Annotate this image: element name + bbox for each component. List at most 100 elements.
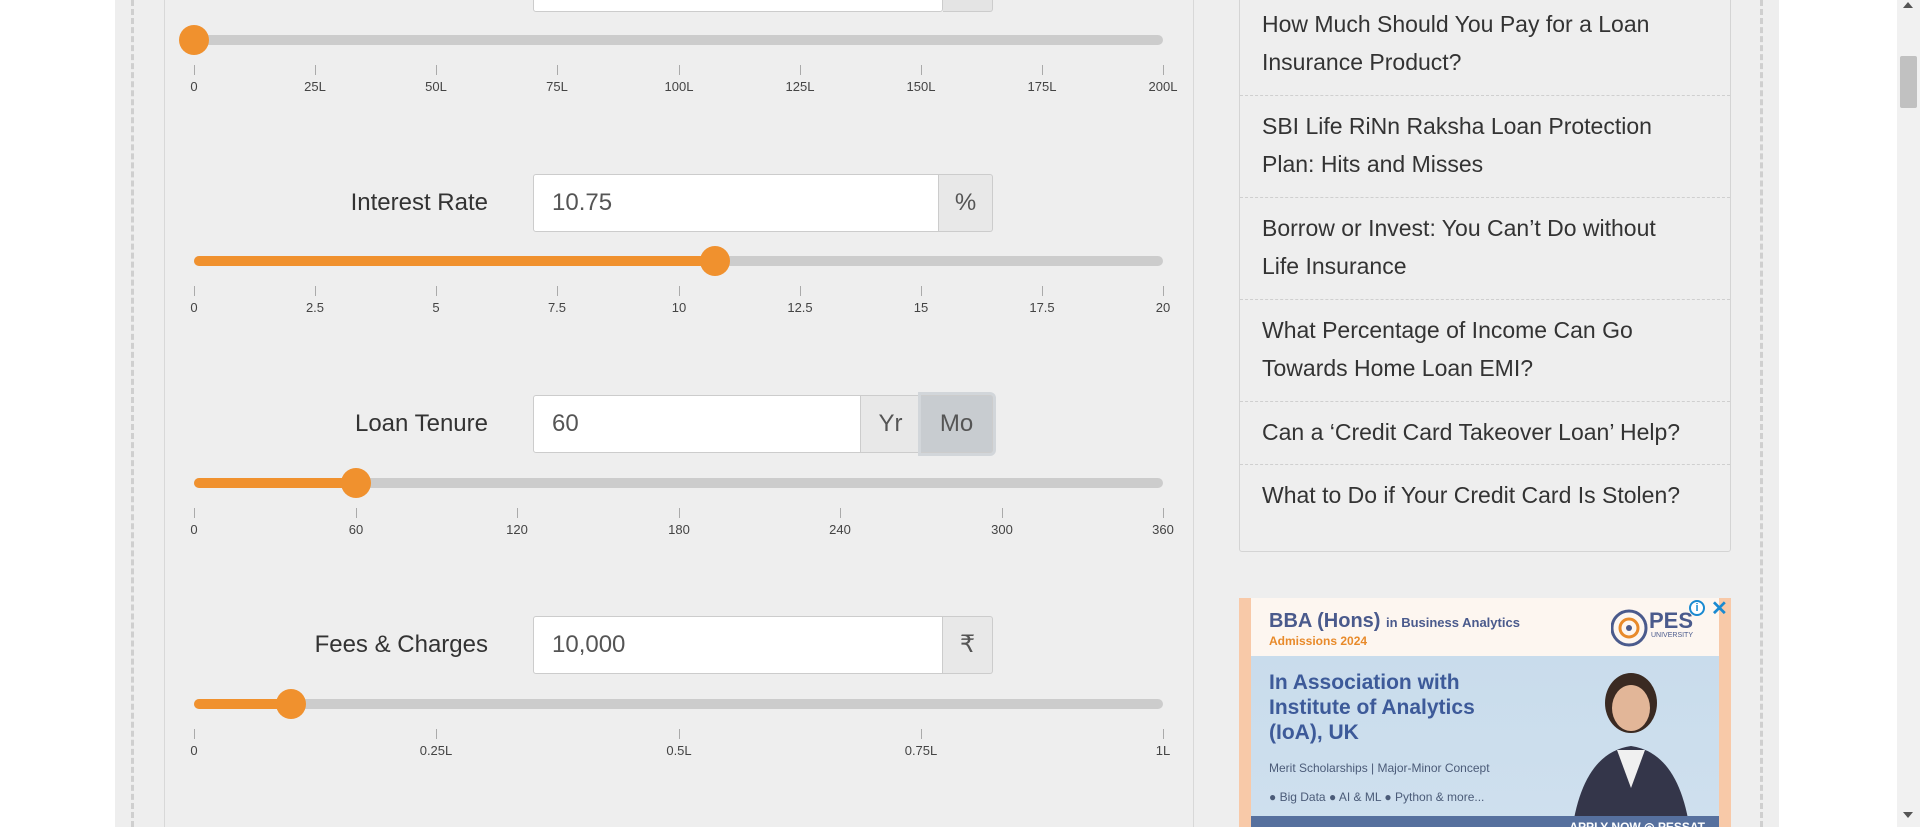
article-link-line[interactable]: Borrow or Invest: You Can’t Do without bbox=[1262, 209, 1722, 247]
tick-mark: 0.25L bbox=[406, 729, 466, 758]
article-divider bbox=[1240, 299, 1730, 300]
tick-line bbox=[193, 65, 195, 75]
tick-label: 17.5 bbox=[1029, 300, 1055, 315]
article-divider bbox=[1240, 401, 1730, 402]
tick-mark: 175L bbox=[1012, 65, 1072, 94]
tick-mark: 125L bbox=[770, 65, 830, 94]
tick-line bbox=[314, 65, 316, 75]
loan-tenure-slider[interactable] bbox=[194, 468, 1163, 498]
article-divider bbox=[1240, 197, 1730, 198]
tick-mark: 2.5 bbox=[285, 286, 345, 315]
tick-label: 150L bbox=[906, 79, 936, 94]
tick-line bbox=[556, 286, 558, 296]
ad-logo-text: PES bbox=[1649, 608, 1694, 633]
article-link[interactable]: SBI Life RiNn Raksha Loan Protection Pla… bbox=[1262, 107, 1722, 183]
tick-mark: 300 bbox=[972, 508, 1032, 537]
article-link-line[interactable]: What to Do if Your Credit Card Is Stolen… bbox=[1262, 476, 1722, 514]
tick-mark: 200L bbox=[1133, 65, 1193, 94]
article-link[interactable]: How Much Should You Pay for a Loan Insur… bbox=[1262, 5, 1722, 81]
tick-mark: 240 bbox=[810, 508, 870, 537]
article-link[interactable]: What Percentage of Income Can Go Towards… bbox=[1262, 311, 1722, 387]
tenure-year-toggle[interactable]: Yr bbox=[861, 395, 921, 453]
tick-label: 50L bbox=[425, 79, 447, 94]
tick-label: 0 bbox=[190, 79, 198, 94]
article-link[interactable]: Can a ‘Credit Card Takeover Loan’ Help? bbox=[1262, 413, 1722, 451]
ad-title-suffix: in Business Analytics bbox=[1386, 615, 1520, 630]
loan-tenure-slider-fill bbox=[194, 478, 356, 488]
ad-title: BBA (Hons) in Business Analytics bbox=[1269, 610, 1520, 633]
interest-rate-slider-fill bbox=[194, 256, 715, 266]
interest-rate-slider-handle[interactable] bbox=[700, 246, 730, 276]
article-divider bbox=[1240, 95, 1730, 96]
tick-mark: 120 bbox=[487, 508, 547, 537]
related-articles-list: How Much Should You Pay for a Loan Insur… bbox=[1239, 0, 1731, 552]
ad-apply-footer[interactable]: APPLY NOW ◎ PESSAT bbox=[1251, 816, 1719, 827]
ad-content[interactable]: BBA (Hons) in Business Analytics Admissi… bbox=[1251, 598, 1719, 827]
article-link-line[interactable]: Plan: Hits and Misses bbox=[1262, 145, 1722, 183]
tick-label: 300 bbox=[991, 522, 1013, 537]
fees-charges-slider[interactable] bbox=[194, 689, 1163, 719]
tick-mark: 50L bbox=[406, 65, 466, 94]
tick-label: 60 bbox=[348, 522, 364, 537]
article-link-line[interactable]: SBI Life RiNn Raksha Loan Protection bbox=[1262, 107, 1722, 145]
fees-charges-slider-handle[interactable] bbox=[276, 689, 306, 719]
interest-rate-slider[interactable] bbox=[194, 246, 1163, 276]
tick-line bbox=[678, 286, 680, 296]
article-link[interactable]: Borrow or Invest: You Can’t Do without L… bbox=[1262, 209, 1722, 285]
ad-title-main: BBA (Hons) bbox=[1269, 610, 1381, 632]
tick-label: 15 bbox=[913, 300, 929, 315]
tenure-month-toggle[interactable]: Mo bbox=[921, 395, 993, 453]
tick-line bbox=[435, 729, 437, 739]
tick-label: 240 bbox=[829, 522, 851, 537]
ad-merit-text: Merit Scholarships | Major-Minor Concept bbox=[1269, 761, 1490, 775]
tick-line bbox=[1162, 508, 1164, 518]
tick-label: 75L bbox=[546, 79, 568, 94]
tick-mark: 5 bbox=[406, 286, 466, 315]
fees-charges-input[interactable]: 10,000 bbox=[533, 616, 943, 674]
article-link-line[interactable]: Towards Home Loan EMI? bbox=[1262, 349, 1722, 387]
tick-label: 100L bbox=[664, 79, 694, 94]
tick-line bbox=[435, 65, 437, 75]
ad-info-icon[interactable]: i bbox=[1689, 600, 1705, 616]
article-link-line[interactable]: Life Insurance bbox=[1262, 247, 1722, 285]
tick-mark: 75L bbox=[527, 65, 587, 94]
tick-label: 12.5 bbox=[787, 300, 813, 315]
tick-label: 0.5L bbox=[666, 743, 692, 758]
article-link-line[interactable]: Can a ‘Credit Card Takeover Loan’ Help? bbox=[1262, 413, 1722, 451]
loan-amount-unit-addon bbox=[943, 0, 993, 12]
article-link-line[interactable]: How Much Should You Pay for a Loan bbox=[1262, 5, 1722, 43]
page-scrollbar[interactable] bbox=[1897, 0, 1920, 827]
article-link-line[interactable]: Insurance Product? bbox=[1262, 43, 1722, 81]
tick-line bbox=[193, 508, 195, 518]
article-link[interactable]: What to Do if Your Credit Card Is Stolen… bbox=[1262, 476, 1722, 514]
ad-close-icon[interactable]: ✕ bbox=[1711, 598, 1728, 621]
scroll-up-arrow-icon[interactable] bbox=[1903, 2, 1913, 8]
tick-line bbox=[839, 508, 841, 518]
advertisement-banner[interactable]: BBA (Hons) in Business Analytics Admissi… bbox=[1239, 598, 1731, 827]
loan-amount-input[interactable] bbox=[533, 0, 943, 12]
tick-mark: 10 bbox=[649, 286, 709, 315]
tick-mark: 0 bbox=[164, 508, 224, 537]
article-link-line[interactable]: What Percentage of Income Can Go bbox=[1262, 311, 1722, 349]
tick-line bbox=[678, 508, 680, 518]
tick-mark: 7.5 bbox=[527, 286, 587, 315]
tick-label: 200L bbox=[1148, 79, 1178, 94]
tick-mark: 100L bbox=[649, 65, 709, 94]
loan-tenure-label: Loan Tenure bbox=[354, 410, 488, 437]
tick-line bbox=[193, 729, 195, 739]
tick-line bbox=[435, 286, 437, 296]
scroll-thumb[interactable] bbox=[1900, 56, 1917, 108]
tick-line bbox=[1162, 286, 1164, 296]
scroll-down-arrow-icon[interactable] bbox=[1903, 812, 1913, 818]
loan-tenure-input[interactable]: 60 bbox=[533, 395, 861, 453]
tick-line bbox=[1041, 286, 1043, 296]
loan-amount-slider-handle[interactable] bbox=[179, 25, 209, 55]
tick-label: 0 bbox=[190, 522, 198, 537]
tick-line bbox=[193, 286, 195, 296]
loan-tenure-slider-handle[interactable] bbox=[341, 468, 371, 498]
interest-rate-input[interactable]: 10.75 bbox=[533, 174, 939, 232]
loan-amount-slider[interactable] bbox=[179, 25, 1163, 55]
tick-line bbox=[678, 729, 680, 739]
tick-line bbox=[920, 729, 922, 739]
fees-charges-ticks: 0 0.25L 0.5L 0.75L 1L bbox=[190, 729, 1170, 759]
